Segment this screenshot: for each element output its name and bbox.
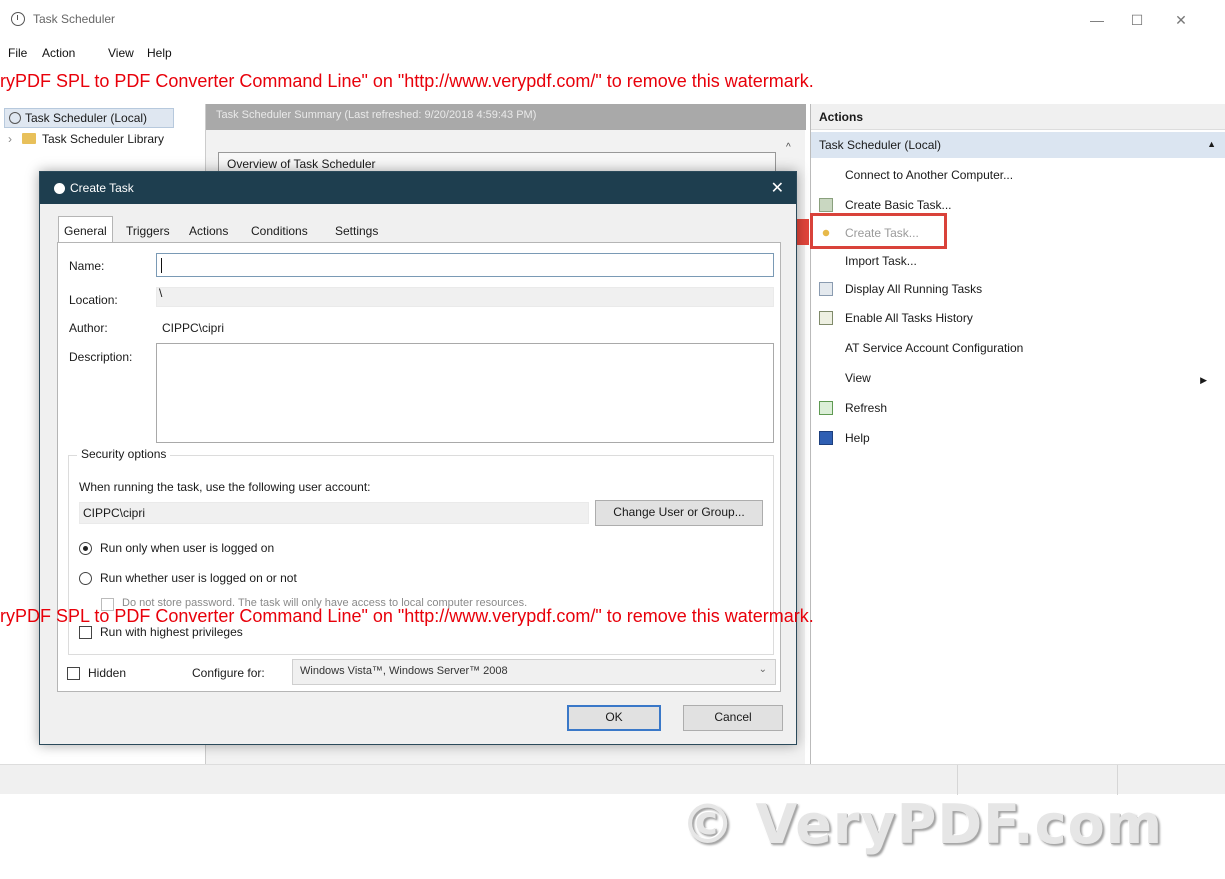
- blank-icon: [819, 341, 833, 355]
- summary-header: Task Scheduler Summary (Last refreshed: …: [206, 104, 806, 130]
- create-task-dialog: Create Task ✕ General Triggers Actions C…: [39, 171, 797, 745]
- tree-item-label: Task Scheduler Library: [42, 132, 165, 146]
- configure-for-select[interactable]: Windows Vista™, Windows Server™ 2008 ⌄: [292, 659, 776, 685]
- window-title: Task Scheduler: [33, 12, 116, 26]
- user-account-prompt: When running the task, use the following…: [79, 480, 371, 494]
- expand-chevron-icon[interactable]: ›: [8, 132, 12, 146]
- help-icon: [819, 431, 833, 445]
- actions-pane: Actions Task Scheduler (Local) ▲ Connect…: [810, 104, 1225, 764]
- description-label: Description:: [69, 350, 133, 364]
- action-refresh[interactable]: Refresh: [819, 401, 887, 423]
- action-enable-all-tasks-history[interactable]: Enable All Tasks History: [819, 311, 973, 333]
- window-title-bar: Task Scheduler — ☐ ✕: [0, 0, 1225, 40]
- ok-button[interactable]: OK: [567, 705, 661, 731]
- menu-bar: File Action View Help: [0, 40, 1225, 66]
- minimize-button[interactable]: —: [1087, 10, 1107, 30]
- name-field[interactable]: [156, 253, 774, 277]
- security-options-title: Security options: [77, 447, 171, 461]
- list-icon: [819, 282, 833, 296]
- author-value: CIPPC\cipri: [162, 321, 225, 335]
- action-at-service-account-configuration[interactable]: AT Service Account Configuration: [819, 341, 1023, 363]
- maximize-button[interactable]: ☐: [1127, 10, 1147, 30]
- location-value: \: [159, 286, 163, 300]
- tab-conditions[interactable]: Conditions: [245, 218, 314, 242]
- close-icon[interactable]: ✕: [771, 178, 784, 198]
- menu-help[interactable]: Help: [147, 46, 172, 60]
- watermark-text: ryPDF SPL to PDF Converter Command Line"…: [0, 606, 814, 626]
- refresh-icon: [819, 401, 833, 415]
- tab-triggers[interactable]: Triggers: [120, 218, 176, 242]
- collapse-icon[interactable]: ▲: [1207, 139, 1216, 149]
- configure-for-value: Windows Vista™, Windows Server™ 2008: [300, 665, 508, 677]
- run-only-logged-on-radio[interactable]: [79, 542, 92, 555]
- configure-for-label: Configure for:: [192, 666, 265, 680]
- name-label: Name:: [69, 259, 105, 273]
- cancel-button[interactable]: Cancel: [683, 705, 783, 731]
- user-account-value: CIPPC\cipri: [83, 506, 146, 520]
- tab-general[interactable]: General: [58, 216, 113, 243]
- scroll-up-button[interactable]: ^: [786, 142, 791, 153]
- calendar-icon: [819, 198, 833, 212]
- hidden-checkbox[interactable]: [67, 667, 80, 680]
- action-help[interactable]: Help: [819, 431, 870, 453]
- blank-icon: [819, 371, 833, 385]
- tree-item-task-scheduler-library[interactable]: › Task Scheduler Library: [4, 130, 168, 150]
- blank-icon: [819, 254, 833, 268]
- run-with-highest-privileges-checkbox[interactable]: [79, 626, 92, 639]
- folder-icon: [22, 133, 36, 144]
- hidden-label: Hidden: [88, 666, 127, 680]
- status-divider: [1117, 765, 1118, 795]
- action-connect-to-another-computer[interactable]: Connect to Another Computer...: [819, 168, 1013, 190]
- run-whether-logged-on-radio[interactable]: [79, 572, 92, 585]
- actions-section-task-scheduler-local[interactable]: Task Scheduler (Local) ▲: [811, 132, 1225, 158]
- user-account-field: CIPPC\cipri: [79, 502, 589, 524]
- menu-action[interactable]: Action: [42, 46, 75, 60]
- submenu-arrow-icon: ▶: [1200, 375, 1207, 385]
- blank-icon: [819, 168, 833, 182]
- status-bar: [0, 764, 1225, 795]
- author-label: Author:: [69, 321, 108, 335]
- menu-view[interactable]: View: [108, 46, 134, 60]
- tree-item-task-scheduler-local[interactable]: Task Scheduler (Local): [4, 108, 174, 128]
- location-field: \: [156, 286, 774, 307]
- history-icon: [819, 311, 833, 325]
- action-import-task[interactable]: Import Task...: [819, 254, 917, 276]
- menu-file[interactable]: File: [8, 46, 27, 60]
- status-divider: [957, 765, 958, 795]
- tab-settings[interactable]: Settings: [329, 218, 384, 242]
- description-field[interactable]: [156, 343, 774, 443]
- run-only-logged-on-label: Run only when user is logged on: [100, 541, 275, 555]
- watermark-text: ryPDF SPL to PDF Converter Command Line"…: [0, 71, 814, 91]
- create-task-highlight: [810, 213, 947, 249]
- chevron-down-icon: ⌄: [758, 664, 767, 675]
- location-label: Location:: [69, 293, 118, 307]
- run-whether-logged-on-label: Run whether user is logged on or not: [100, 571, 297, 585]
- dialog-title: Create Task: [70, 181, 134, 195]
- run-with-highest-privileges-label: Run with highest privileges: [100, 625, 243, 639]
- action-display-all-running-tasks[interactable]: Display All Running Tasks: [819, 282, 982, 304]
- verypdf-brand-logo: © VeryPDF.com: [680, 793, 1163, 856]
- dialog-title-bar: Create Task ✕: [40, 172, 796, 204]
- clock-icon: [11, 12, 25, 26]
- task-icon: [54, 183, 65, 194]
- text-cursor: [161, 258, 162, 273]
- actions-header: Actions: [811, 104, 1225, 130]
- tree-item-label: Task Scheduler (Local): [25, 111, 148, 125]
- change-user-or-group-button[interactable]: Change User or Group...: [595, 500, 763, 526]
- actions-section-label: Task Scheduler (Local): [819, 138, 942, 152]
- action-view[interactable]: View ▶: [819, 371, 1219, 393]
- tab-actions[interactable]: Actions: [183, 218, 234, 242]
- close-window-button[interactable]: ✕: [1171, 10, 1191, 30]
- clock-icon: [9, 112, 21, 124]
